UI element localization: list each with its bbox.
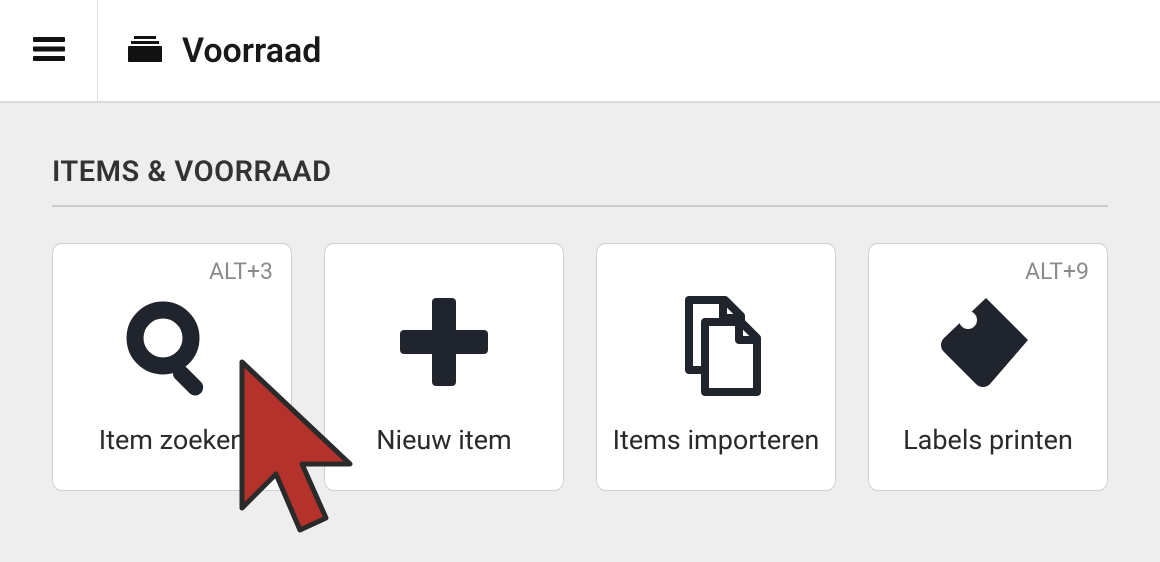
plus-icon [394,292,494,396]
inventory-icon [128,32,162,70]
documents-icon [661,292,771,406]
content-area: ITEMS & VOORRAAD ALT+3 Item zoeken [0,103,1160,491]
page-title: Voorraad [182,31,321,71]
card-item-search[interactable]: ALT+3 Item zoeken [52,243,292,491]
card-shortcut: ALT+9 [1025,258,1089,285]
card-label: Item zoeken [99,424,245,456]
tag-icon [938,292,1038,396]
card-row: ALT+3 Item zoeken [52,243,1108,491]
menu-button[interactable] [0,0,98,102]
hamburger-icon [29,29,69,73]
page-title-area: Voorraad [98,31,321,71]
search-icon [117,292,227,406]
card-new-item[interactable]: Nieuw item [324,243,564,491]
card-label: Items importeren [613,424,820,456]
card-label: Labels printen [903,424,1073,456]
card-label: Nieuw item [376,424,511,456]
card-print-labels[interactable]: ALT+9 Labels printen [868,243,1108,491]
section-heading: ITEMS & VOORRAAD [52,155,1108,207]
card-shortcut: ALT+3 [209,258,273,285]
card-import-items[interactable]: Items importeren [596,243,836,491]
top-bar: Voorraad [0,0,1160,103]
